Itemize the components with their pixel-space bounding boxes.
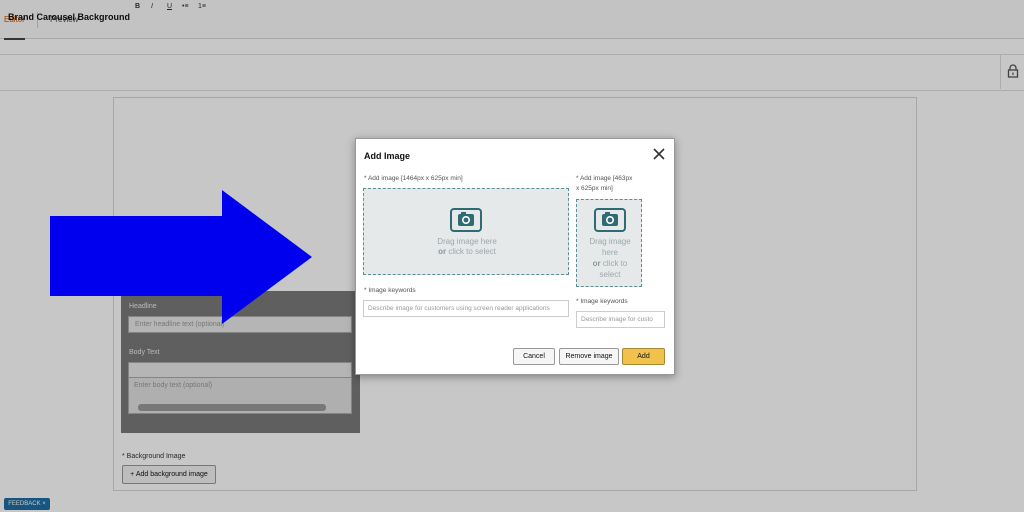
- close-button[interactable]: [651, 146, 667, 162]
- small-drag-text-2: here: [601, 248, 618, 257]
- small-keywords-label: * Image keywords: [576, 298, 628, 305]
- close-icon: [653, 148, 665, 160]
- large-keywords-label: * Image keywords: [364, 287, 416, 294]
- large-keywords-input[interactable]: Describe image for customers using scree…: [363, 300, 569, 317]
- large-or-text: or: [438, 247, 447, 256]
- small-click-line: or click to: [577, 259, 643, 269]
- small-image-label-1: * Add image [463px: [576, 175, 633, 182]
- small-or-text: or: [592, 259, 601, 268]
- small-keywords-input[interactable]: Describe image for custo: [576, 311, 665, 328]
- large-click-text: click to select: [448, 247, 496, 256]
- large-drag-text: Drag image here: [437, 237, 497, 246]
- large-image-dropzone[interactable]: Drag image here or click to select: [363, 188, 569, 275]
- small-image-dropzone[interactable]: Drag image here or click to select: [576, 199, 642, 287]
- small-image-label-2: x 625px min]: [576, 185, 613, 192]
- small-drag-text-1: Drag image: [589, 237, 631, 246]
- small-click-text-1: click to: [602, 259, 628, 268]
- camera-icon: [450, 208, 482, 232]
- camera-icon: [594, 208, 626, 232]
- remove-image-button[interactable]: Remove image: [559, 348, 619, 365]
- dialog-title: Add Image: [364, 151, 411, 161]
- large-click-line: or click to select: [364, 247, 570, 257]
- large-image-label: * Add image [1464px x 625px min]: [364, 175, 463, 182]
- cancel-button[interactable]: Cancel: [513, 348, 555, 365]
- add-image-dialog: Add Image * Add image [1464px x 625px mi…: [355, 138, 675, 375]
- small-click-text-2: select: [599, 270, 621, 279]
- right-arrow-icon: [50, 190, 312, 324]
- add-button[interactable]: Add: [622, 348, 665, 365]
